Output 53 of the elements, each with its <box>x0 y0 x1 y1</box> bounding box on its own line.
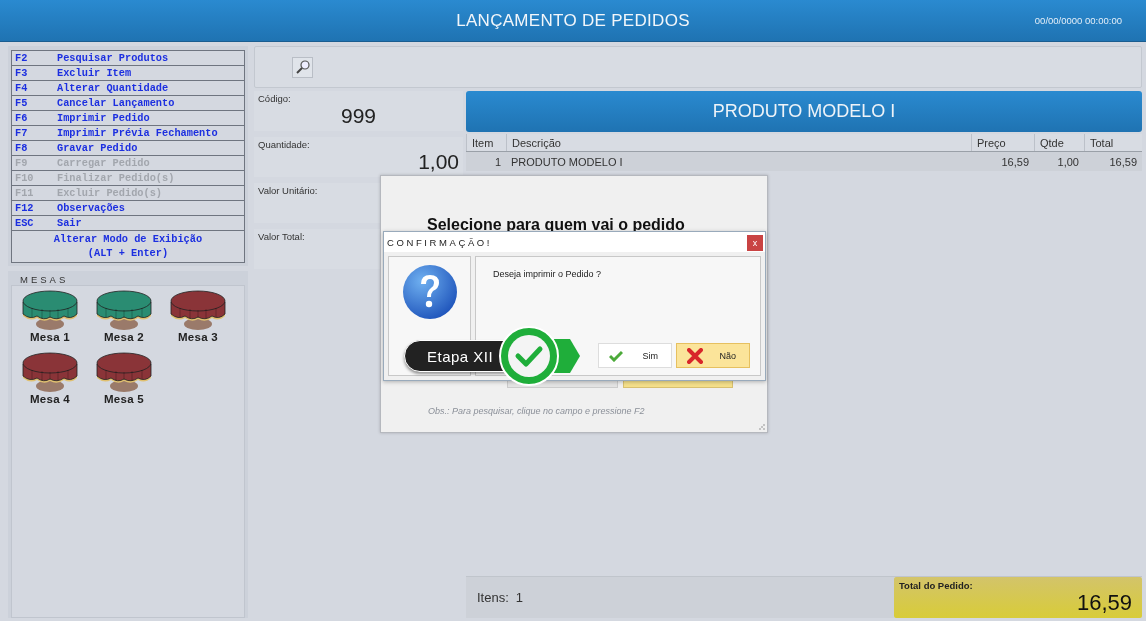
search-button[interactable] <box>292 56 313 78</box>
shortcut-item[interactable]: F2 Pesquisar Produtos <box>11 50 245 65</box>
table-item[interactable]: Mesa 3 <box>166 288 230 350</box>
field-label: Valor Total: <box>258 231 306 242</box>
no-button[interactable]: Não <box>676 343 750 368</box>
date-time: 00/00/0000 00:00:00 <box>1034 15 1122 26</box>
table-cell-text: 16,59 <box>1000 154 1030 170</box>
column-header[interactable]: Descrição <box>506 134 971 151</box>
table-cell-text: 1 <box>493 154 502 170</box>
items-count: 1 <box>515 590 524 605</box>
hint-text: Obs.: Para pesquisar, clique no campo e pressione F2 <box>428 406 645 416</box>
field-label: Código: <box>258 93 292 104</box>
field-value: 1,00 <box>417 150 459 174</box>
shortcut-item[interactable]: F8 Gravar Pedido <box>11 140 245 155</box>
table-cell-text: PRODUTO MODELO I <box>510 154 624 170</box>
items-label: Itens: <box>477 590 509 605</box>
shortcut-item[interactable]: F5 Cancelar Lançamento <box>11 95 245 110</box>
field-label: Valor Unitário: <box>258 185 319 196</box>
table-item[interactable]: Mesa 4 <box>18 350 82 412</box>
shortcut-item[interactable]: Alterar Modo de Exibição (ALT + Enter) <box>11 230 245 263</box>
shortcut-item[interactable]: F4 Alterar Quantidade <box>11 80 245 95</box>
table-row[interactable]: 1 PRODUTO MODELO I 16,59 1,00 16,59 <box>466 152 1142 171</box>
table-cell-text: 16,59 <box>1108 154 1138 170</box>
yes-button[interactable]: Sim <box>598 343 672 368</box>
table-item[interactable]: Mesa 5 <box>92 350 156 412</box>
table-item[interactable]: Mesa 1 <box>18 288 82 350</box>
column-header[interactable]: Item <box>466 134 506 151</box>
check-icon <box>609 349 623 362</box>
shortcut-item[interactable]: F7 Imprimir Prévia Fechamento <box>11 125 245 140</box>
field-label: Quantidade: <box>258 139 311 150</box>
column-header[interactable]: Preço <box>971 134 1034 151</box>
column-header[interactable]: Qtde <box>1034 134 1084 151</box>
window-title: LANÇAMENTO DE PEDIDOS <box>456 10 690 31</box>
dialog-message: Deseja imprimir o Pedido ? <box>493 269 602 279</box>
table-cell-text: 1,00 <box>1056 154 1080 170</box>
input-field[interactable]: Código: 999 <box>254 91 463 131</box>
table-item[interactable]: Mesa 2 <box>92 288 156 350</box>
shortcut-item[interactable]: ESC Sair <box>11 215 245 230</box>
total-value: 16,59 <box>1075 591 1132 615</box>
shortcut-item[interactable]: F12 Observações <box>11 200 245 215</box>
column-header[interactable]: Total <box>1084 134 1142 151</box>
resize-grip-icon <box>759 424 765 430</box>
cross-icon <box>687 347 703 364</box>
input-field[interactable]: Quantidade: 1,00 <box>254 137 463 177</box>
search-icon <box>295 60 310 74</box>
question-icon <box>401 264 458 320</box>
panel-title: MESAS <box>19 274 70 285</box>
shortcut-item[interactable]: F6 Imprimir Pedido <box>11 110 245 125</box>
total-label: Total do Pedido: <box>899 580 974 591</box>
close-button[interactable]: x <box>747 235 763 251</box>
shortcut-item[interactable]: F3 Excluir Item <box>11 65 245 80</box>
product-banner: PRODUTO MODELO I <box>466 91 1142 132</box>
field-value: 999 <box>339 104 377 128</box>
